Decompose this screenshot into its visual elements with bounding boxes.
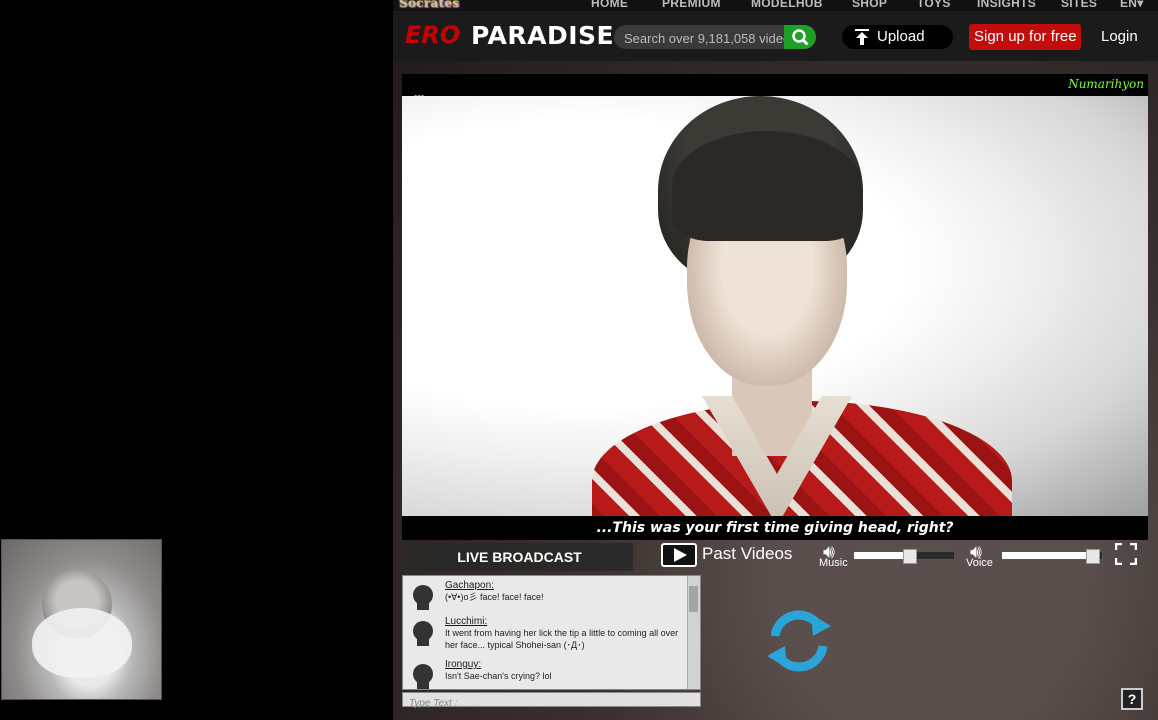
music-label: Music xyxy=(819,557,848,569)
chat-scrollbar[interactable] xyxy=(687,576,700,689)
user-avatar-icon xyxy=(413,621,433,646)
past-videos-button[interactable]: Past Videos xyxy=(661,542,801,570)
nav-premium[interactable]: PREMIUM xyxy=(662,0,721,10)
nav-sites[interactable]: SITES xyxy=(1061,0,1097,10)
webcam-overlay xyxy=(1,539,162,700)
login-link[interactable]: Login xyxy=(1101,28,1138,45)
chat-input[interactable] xyxy=(403,697,700,710)
upload-icon xyxy=(855,29,869,45)
nav-modelhub[interactable]: MODELHUB xyxy=(751,0,823,10)
music-slider-fill xyxy=(854,552,909,559)
nav-toys[interactable]: TOYS xyxy=(917,0,951,10)
chat-input-box xyxy=(402,692,701,710)
chat-scrollbar-thumb[interactable] xyxy=(689,586,698,612)
scene-image xyxy=(402,96,1148,516)
chat-username[interactable]: Gachapon: xyxy=(445,580,494,591)
left-black-panel xyxy=(0,0,393,720)
user-avatar-icon xyxy=(413,664,433,689)
search-icon xyxy=(792,29,809,46)
signup-label: Sign up for free xyxy=(974,28,1077,45)
site-header: ERO PARADISE Upload Sign up for free Log… xyxy=(393,11,1158,61)
chat-message: Lucchimi: It went from having her lick t… xyxy=(411,616,686,656)
brand-logo: Numarihyon xyxy=(1068,77,1144,91)
upload-button[interactable]: Upload xyxy=(842,25,953,49)
voice-label: Voice xyxy=(966,557,993,569)
voice-slider-fill xyxy=(1002,552,1092,559)
webcam-mask xyxy=(32,608,132,678)
top-nav: Socrates HOME PREMIUM MODELHUB SHOP TOYS… xyxy=(393,0,1158,11)
chat-message: Gachapon: (•∀•)o彡 face! face! face! xyxy=(411,580,686,616)
search-bar xyxy=(614,25,816,49)
chat-text: It went from having her lick the tip a l… xyxy=(445,628,679,650)
music-slider-knob[interactable] xyxy=(903,549,917,564)
voice-volume: 🔊︎ Voice xyxy=(966,542,1105,572)
chat-username[interactable]: Ironguy: xyxy=(445,659,481,670)
music-volume: 🔊︎ Music xyxy=(819,542,955,572)
music-slider[interactable] xyxy=(853,549,955,564)
nav-home[interactable]: HOME xyxy=(591,0,628,10)
refresh-icon[interactable] xyxy=(761,606,837,676)
chat-text: (•∀•)o彡 face! face! face! xyxy=(445,592,544,602)
fullscreen-icon[interactable] xyxy=(1115,543,1137,565)
video-scene: ♜ Numarihyon ...This was your first time… xyxy=(402,74,1148,540)
nav-shop[interactable]: SHOP xyxy=(852,0,887,10)
signup-button[interactable]: Sign up for free xyxy=(969,24,1081,50)
game-window: Socrates HOME PREMIUM MODELHUB SHOP TOYS… xyxy=(393,0,1158,720)
character-bangs xyxy=(672,131,862,241)
socrates-logo: Socrates xyxy=(399,0,460,10)
past-videos-label: Past Videos xyxy=(702,544,793,563)
voice-slider[interactable] xyxy=(1001,549,1103,564)
search-input[interactable] xyxy=(622,28,786,48)
nav-insights[interactable]: INSIGHTS xyxy=(977,0,1036,10)
chat-username[interactable]: Lucchimi: xyxy=(445,616,487,627)
play-icon xyxy=(661,543,697,567)
tab-live-broadcast[interactable]: LIVE BROADCAST xyxy=(406,543,633,571)
help-button[interactable]: ? xyxy=(1121,688,1143,710)
search-button[interactable] xyxy=(784,25,816,49)
voice-slider-knob[interactable] xyxy=(1086,549,1100,564)
logo-paradise: PARADISE xyxy=(471,21,615,50)
upload-label: Upload xyxy=(877,28,925,45)
chat-log: Gachapon: (•∀•)o彡 face! face! face! Lucc… xyxy=(402,575,701,690)
chat-message: Ironguy: Isn't Sae-chan's crying? lol xyxy=(411,659,686,689)
subtitle-text: ...This was your first time giving head,… xyxy=(402,516,1148,540)
logo-ero: ERO xyxy=(405,21,461,49)
nav-language[interactable]: EN▾ xyxy=(1120,0,1144,10)
chat-text: Isn't Sae-chan's crying? lol xyxy=(445,671,552,681)
user-avatar-icon xyxy=(413,585,433,610)
